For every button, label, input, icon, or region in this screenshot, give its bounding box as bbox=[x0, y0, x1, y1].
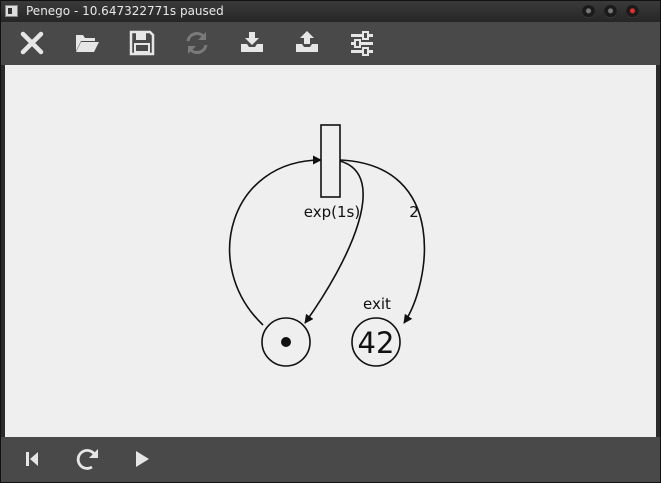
window-title: Penego - 10.647322771s paused bbox=[26, 4, 224, 18]
app-icon bbox=[5, 5, 18, 17]
x-icon bbox=[20, 31, 44, 55]
export-button[interactable] bbox=[291, 28, 323, 58]
redo-icon bbox=[76, 449, 98, 470]
petri-net-graph[interactable]: exp(1s) 2 42 exit bbox=[5, 65, 656, 437]
settings-button[interactable] bbox=[346, 28, 378, 58]
import-button[interactable] bbox=[236, 28, 268, 58]
place-left-token bbox=[281, 337, 291, 347]
minimize-icon[interactable] bbox=[582, 5, 595, 18]
play-icon bbox=[136, 451, 149, 467]
maximize-icon[interactable] bbox=[604, 5, 617, 18]
close-net-button[interactable] bbox=[16, 28, 48, 58]
petri-net-canvas[interactable]: exp(1s) 2 42 exit bbox=[5, 65, 656, 437]
play-button[interactable] bbox=[127, 444, 157, 474]
folder-icon bbox=[76, 35, 99, 52]
skip-back-icon bbox=[26, 452, 38, 466]
place-exit-label: exit bbox=[363, 295, 391, 313]
place-exit-token-count: 42 bbox=[358, 326, 395, 360]
close-window-icon[interactable] bbox=[626, 5, 639, 18]
save-button[interactable] bbox=[126, 28, 158, 58]
arc-weight-label: 2 bbox=[409, 203, 419, 221]
arc-place-to-transition bbox=[228, 155, 322, 326]
reload-button[interactable] bbox=[181, 28, 213, 58]
playback-bar bbox=[1, 437, 660, 482]
toolbar bbox=[1, 22, 660, 65]
transition-label: exp(1s) bbox=[304, 203, 360, 221]
floppy-icon bbox=[129, 30, 155, 56]
title-bar: Penego - 10.647322771s paused bbox=[1, 1, 660, 22]
sliders-icon bbox=[351, 31, 373, 56]
transition[interactable] bbox=[320, 124, 341, 198]
open-button[interactable] bbox=[71, 28, 103, 58]
rewind-button[interactable] bbox=[17, 444, 47, 474]
refresh-icon bbox=[186, 32, 208, 54]
step-button[interactable] bbox=[72, 444, 102, 474]
tray-download-icon bbox=[241, 32, 263, 52]
tray-upload-icon bbox=[296, 31, 318, 52]
app-window: Penego - 10.647322771s paused exp(1s) 2 … bbox=[0, 0, 661, 483]
